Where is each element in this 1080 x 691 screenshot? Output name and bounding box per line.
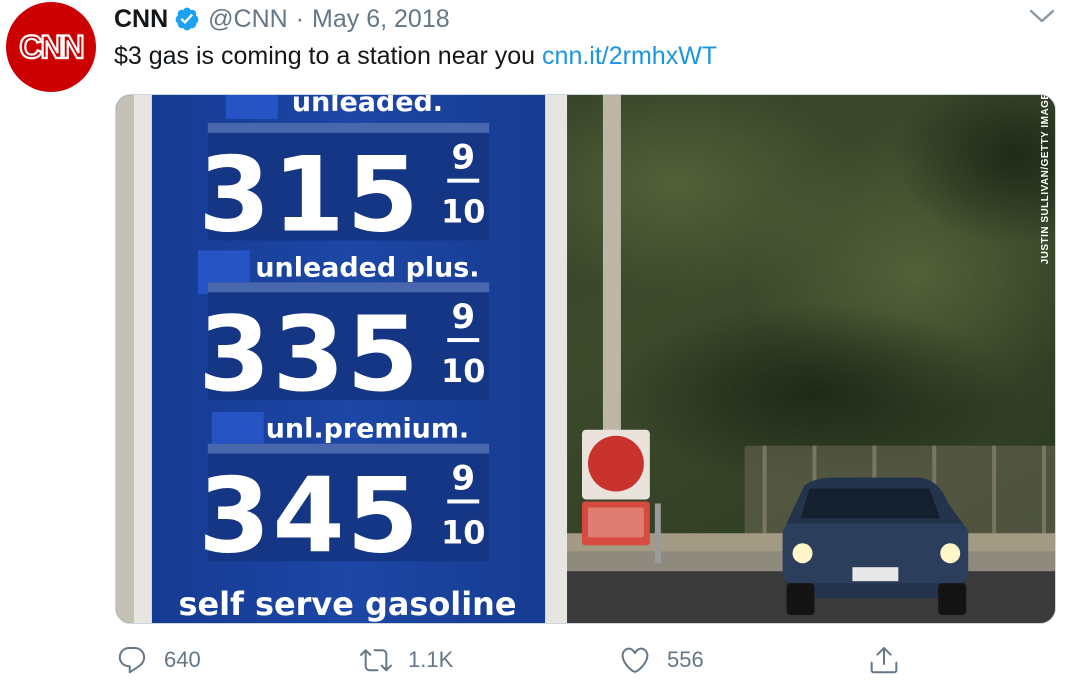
sign-grade-label: unl.premium. <box>266 414 469 445</box>
retweet-count: 1.1K <box>408 647 454 672</box>
retweet-icon <box>360 649 392 672</box>
cnn-logo-text: CNN <box>19 29 82 65</box>
sign-fraction-denominator: 10 <box>441 193 485 231</box>
sign-price-digits: 335 <box>198 295 421 415</box>
fraction-bar <box>447 499 480 504</box>
sign-grade-label: unleaded plus. <box>255 252 479 283</box>
tweet-link[interactable]: cnn.it/2rmhxWT <box>542 42 717 70</box>
sign-fraction-numerator: 9 <box>451 459 475 498</box>
sign-fraction-numerator: 9 <box>451 138 475 177</box>
like-count: 556 <box>667 647 704 672</box>
tweet-body: $3 gas is coming to a station near you <box>114 42 536 70</box>
tweet-media-photo[interactable]: unleaded. 315 9 10 unleaded plus. 335 9 10 unl.p… <box>115 94 1056 624</box>
utility-pole <box>602 95 621 444</box>
reply-count: 640 <box>164 647 201 672</box>
sign-grade-label: unleaded. <box>292 95 443 118</box>
chevron-down-icon[interactable] <box>1028 6 1056 26</box>
photo-credit: JUSTIN SULLIVAN/GETTY IMAGES <box>1040 95 1051 264</box>
sign-price-digits: 345 <box>198 456 421 576</box>
reply-button[interactable]: 640 <box>116 640 201 680</box>
gas-price-sign: unleaded. 315 9 10 unleaded plus. 335 9 10 unl.p… <box>116 95 568 623</box>
author-avatar[interactable]: CNN <box>6 2 96 92</box>
heart-icon <box>621 647 649 673</box>
sign-fraction-numerator: 9 <box>451 297 475 336</box>
sign-fraction-denominator: 10 <box>441 352 485 390</box>
author-name[interactable]: CNN <box>114 5 168 34</box>
header-separator: · <box>295 4 305 33</box>
sign-footer-text: self serve gasoline <box>178 585 516 623</box>
tweet-actions: 640 1.1K 556 <box>114 640 914 680</box>
fraction-bar <box>447 178 480 183</box>
share-icon <box>870 647 898 674</box>
fraction-bar <box>447 338 480 343</box>
sign-price-digits: 315 <box>198 136 421 256</box>
sign-fraction-denominator: 10 <box>441 513 485 551</box>
verified-badge-icon <box>174 6 200 32</box>
cnn-logo: CNN <box>18 28 86 66</box>
gas-price-photo: unleaded. 315 9 10 unleaded plus. 335 9 10 unl.p… <box>116 95 1055 623</box>
tweet-text: $3 gas is coming to a station near you c… <box>114 42 717 71</box>
share-button[interactable] <box>868 640 916 680</box>
tweet-date[interactable]: May 6, 2018 <box>312 5 450 34</box>
retweet-button[interactable]: 1.1K <box>360 640 453 680</box>
like-button[interactable]: 556 <box>619 640 704 680</box>
car <box>782 477 969 616</box>
reply-icon <box>118 646 146 674</box>
author-handle[interactable]: @CNN <box>208 5 288 34</box>
tweet-header: CNN @CNN · May 6, 2018 <box>114 4 450 34</box>
